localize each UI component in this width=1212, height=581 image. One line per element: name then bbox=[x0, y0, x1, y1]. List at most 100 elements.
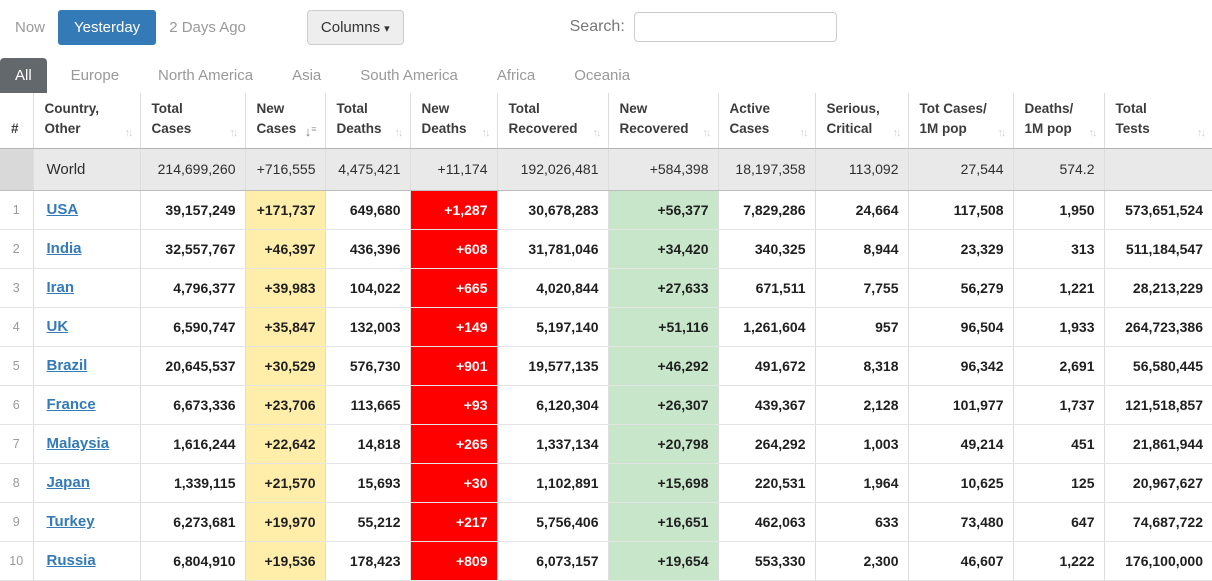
cell-rank: 6 bbox=[0, 385, 33, 425]
cell-new_cases: +21,570 bbox=[244, 463, 325, 503]
country-link-uk[interactable]: UK bbox=[47, 318, 69, 335]
covid-stats-table: # Country, Other ↑↓ Total Cases ↑↓ New Cases ↓≡ To… bbox=[0, 93, 1212, 581]
country-link-usa[interactable]: USA bbox=[47, 201, 79, 218]
time-filter-now[interactable]: Now bbox=[15, 19, 45, 36]
tab-north-america[interactable]: North America bbox=[143, 58, 268, 93]
columns-dropdown-button[interactable]: Columns ▾ bbox=[306, 9, 404, 45]
cell-deaths_1m: 1,950 bbox=[1012, 190, 1104, 230]
header-label: Deaths/1M pop bbox=[1024, 101, 1074, 136]
cell-new_deaths: +11,174 bbox=[409, 147, 497, 191]
sort-icon: ↓≡ bbox=[304, 123, 317, 139]
cell-serious_critical: 957 bbox=[814, 307, 908, 347]
cell-new_cases: +19,970 bbox=[244, 502, 325, 542]
header-label: New Deaths bbox=[421, 101, 467, 136]
cell-country: Japan bbox=[32, 463, 140, 503]
cell-total_deaths: 178,423 bbox=[324, 541, 410, 581]
cell-rank: 10 bbox=[0, 541, 33, 581]
cell-total_deaths: 436,396 bbox=[324, 229, 410, 269]
cell-new_deaths: +217 bbox=[409, 502, 497, 542]
header-label: Total Deaths bbox=[336, 101, 382, 136]
cell-total_tests: 121,518,857 bbox=[1103, 385, 1212, 425]
tab-all[interactable]: All bbox=[0, 58, 47, 93]
header-deaths_1m[interactable]: Deaths/1M pop ↑↓ bbox=[1012, 93, 1104, 149]
cell-new_recovered: +26,307 bbox=[607, 385, 718, 425]
cell-total_deaths: 113,665 bbox=[324, 385, 410, 425]
cell-total_cases: 6,673,336 bbox=[139, 385, 245, 425]
cell-total_recovered: 19,577,135 bbox=[496, 346, 608, 386]
cell-tot_cases_1m: 96,342 bbox=[907, 346, 1013, 386]
sort-icon: ↑↓ bbox=[124, 126, 134, 139]
country-link-turkey[interactable]: Turkey bbox=[47, 513, 95, 530]
cell-new_cases: +22,642 bbox=[244, 424, 325, 464]
header-total_deaths[interactable]: Total Deaths ↑↓ bbox=[324, 93, 410, 149]
country-link-france[interactable]: France bbox=[47, 396, 96, 413]
table-row: 9 Turkey 6,273,681 +19,970 55,212 +217 5,756,4… bbox=[0, 502, 1212, 542]
header-tot_cases_1m[interactable]: Tot Cases/1M pop ↑↓ bbox=[907, 93, 1013, 149]
header-new_cases[interactable]: New Cases ↓≡ bbox=[244, 93, 325, 149]
cell-deaths_1m: 1,222 bbox=[1012, 541, 1104, 581]
header-label: Country, Other bbox=[44, 101, 100, 136]
cell-deaths_1m: 1,737 bbox=[1012, 385, 1104, 425]
tab-africa[interactable]: Africa bbox=[482, 58, 550, 93]
search-input[interactable] bbox=[633, 12, 837, 42]
cell-deaths_1m: 1,933 bbox=[1012, 307, 1104, 347]
cell-active_cases: 553,330 bbox=[717, 541, 815, 581]
cell-new_cases: +716,555 bbox=[244, 147, 325, 191]
cell-total_recovered: 192,026,481 bbox=[496, 147, 608, 191]
tab-oceania[interactable]: Oceania bbox=[559, 58, 645, 93]
cell-total_cases: 214,699,260 bbox=[139, 147, 245, 191]
header-total_cases[interactable]: Total Cases ↑↓ bbox=[139, 93, 245, 149]
cell-tot_cases_1m: 46,607 bbox=[907, 541, 1013, 581]
cell-rank: 2 bbox=[0, 229, 33, 269]
country-link-malaysia[interactable]: Malaysia bbox=[47, 435, 110, 452]
cell-new_recovered: +34,420 bbox=[607, 229, 718, 269]
country-link-brazil[interactable]: Brazil bbox=[47, 357, 88, 374]
cell-deaths_1m: 125 bbox=[1012, 463, 1104, 503]
country-link-japan[interactable]: Japan bbox=[47, 474, 90, 491]
country-link-iran[interactable]: Iran bbox=[47, 279, 75, 296]
header-label: Serious, Critical bbox=[826, 101, 880, 136]
cell-new_recovered: +51,116 bbox=[607, 307, 718, 347]
header-label: Total Recovered bbox=[508, 101, 578, 136]
cell-serious_critical: 8,944 bbox=[814, 229, 908, 269]
country-link-russia[interactable]: Russia bbox=[47, 552, 96, 569]
cell-deaths_1m: 574.2 bbox=[1012, 147, 1104, 191]
cell-deaths_1m: 451 bbox=[1012, 424, 1104, 464]
cell-country: France bbox=[32, 385, 140, 425]
cell-total_recovered: 5,756,406 bbox=[496, 502, 608, 542]
header-serious_critical[interactable]: Serious, Critical ↑↓ bbox=[814, 93, 908, 149]
header-active_cases[interactable]: Active Cases ↑↓ bbox=[717, 93, 815, 149]
cell-total_deaths: 15,693 bbox=[324, 463, 410, 503]
tab-south-america[interactable]: South America bbox=[345, 58, 473, 93]
country-link-india[interactable]: India bbox=[47, 240, 82, 257]
cell-total_cases: 4,796,377 bbox=[139, 268, 245, 308]
table-row: 4 UK 6,590,747 +35,847 132,003 +149 5,197,140 +… bbox=[0, 307, 1212, 347]
time-filter-2-days-ago[interactable]: 2 Days Ago bbox=[169, 19, 246, 36]
cell-active_cases: 491,672 bbox=[717, 346, 815, 386]
time-filter-yesterday[interactable]: Yesterday bbox=[58, 9, 157, 45]
cell-rank: 7 bbox=[0, 424, 33, 464]
cell-tot_cases_1m: 101,977 bbox=[907, 385, 1013, 425]
header-new_recovered[interactable]: New Recovered ↑↓ bbox=[607, 93, 718, 149]
header-new_deaths[interactable]: New Deaths ↑↓ bbox=[409, 93, 497, 149]
tab-asia[interactable]: Asia bbox=[277, 58, 336, 93]
header-total_tests[interactable]: Total Tests ↑↓ bbox=[1103, 93, 1212, 149]
cell-deaths_1m: 2,691 bbox=[1012, 346, 1104, 386]
cell-country: UK bbox=[32, 307, 140, 347]
cell-total_deaths: 576,730 bbox=[324, 346, 410, 386]
cell-rank: 9 bbox=[0, 502, 33, 542]
table-row: 1 USA 39,157,249 +171,737 649,680 +1,287 30,67… bbox=[0, 190, 1212, 230]
table-row: 3 Iran 4,796,377 +39,983 104,022 +665 4,020,84… bbox=[0, 268, 1212, 308]
header-country[interactable]: Country, Other ↑↓ bbox=[32, 93, 140, 149]
header-total_recovered[interactable]: Total Recovered ↑↓ bbox=[496, 93, 608, 149]
cell-new_cases: +39,983 bbox=[244, 268, 325, 308]
cell-active_cases: 462,063 bbox=[717, 502, 815, 542]
tab-europe[interactable]: Europe bbox=[56, 58, 134, 93]
cell-new_deaths: +608 bbox=[409, 229, 497, 269]
cell-tot_cases_1m: 27,544 bbox=[907, 147, 1013, 191]
cell-new_deaths: +809 bbox=[409, 541, 497, 581]
header-rank: # bbox=[0, 93, 33, 149]
cell-rank bbox=[0, 147, 33, 191]
cell-serious_critical: 24,664 bbox=[814, 190, 908, 230]
table-header-row: # Country, Other ↑↓ Total Cases ↑↓ New Cases ↓≡ To… bbox=[0, 93, 1212, 149]
